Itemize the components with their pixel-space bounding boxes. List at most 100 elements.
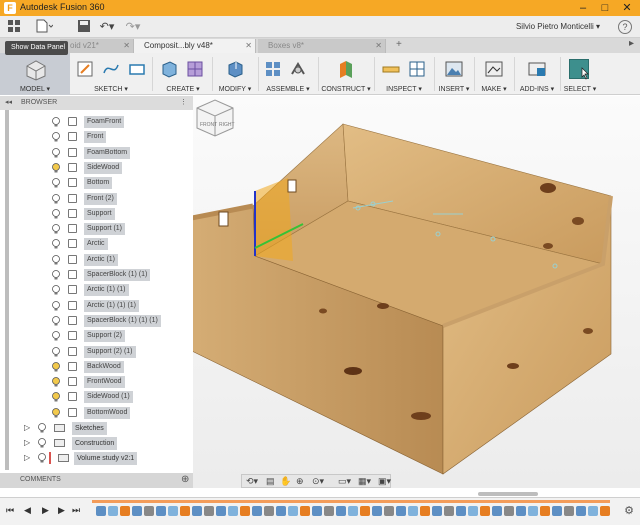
- timeline-feature-icon[interactable]: [360, 506, 370, 516]
- help-icon[interactable]: ?: [618, 20, 632, 34]
- save-icon[interactable]: [74, 19, 94, 35]
- visibility-bulb-icon[interactable]: [52, 208, 60, 219]
- timeline-feature-icon[interactable]: [300, 506, 310, 516]
- timeline-feature-icon[interactable]: [600, 506, 610, 516]
- model-canvas[interactable]: [193, 96, 640, 488]
- timeline-feature-icon[interactable]: [576, 506, 586, 516]
- look-at-icon[interactable]: ▤: [266, 475, 275, 488]
- expand-icon[interactable]: ▷: [24, 453, 30, 462]
- timeline-track[interactable]: [92, 500, 610, 503]
- visibility-bulb-icon[interactable]: [52, 117, 60, 127]
- measure-icon[interactable]: [382, 59, 400, 79]
- new-tab-icon[interactable]: +: [396, 39, 402, 50]
- visibility-bulb-icon[interactable]: [52, 331, 60, 341]
- scripts-addins-icon[interactable]: [528, 59, 546, 79]
- timeline-settings-gear-icon[interactable]: ⚙: [624, 504, 634, 517]
- inspect-menu[interactable]: INSPECT ▾: [376, 85, 432, 93]
- timeline-feature-icon[interactable]: [288, 506, 298, 516]
- visibility-bulb-icon[interactable]: [52, 254, 60, 265]
- visibility-bulb-icon[interactable]: [52, 224, 60, 234]
- orbit-icon[interactable]: ⟲▾: [246, 475, 258, 488]
- close-tab-icon[interactable]: ✕: [123, 39, 130, 53]
- visibility-bulb-icon[interactable]: [52, 193, 60, 204]
- insert-menu[interactable]: INSERT ▾: [436, 85, 472, 93]
- timeline-feature-icon[interactable]: [204, 506, 214, 516]
- visibility-bulb-icon[interactable]: [52, 315, 60, 326]
- sketch-menu[interactable]: SKETCH ▾: [72, 85, 150, 93]
- 3d-print-icon[interactable]: [485, 59, 503, 79]
- visibility-bulb-icon[interactable]: [52, 346, 60, 357]
- play-icon[interactable]: ▶: [42, 505, 49, 516]
- browser-pin-icon[interactable]: ⋮: [180, 96, 187, 110]
- 3d-viewport[interactable]: FRONT RIGHT ⟲▾ ▤ ✋ ⊕ ⊙▾ ▭▾ ▦▾ ▣▾: [193, 96, 640, 496]
- pan-icon[interactable]: ✋: [280, 475, 291, 488]
- timeline-feature-icon[interactable]: [432, 506, 442, 516]
- timeline-feature-icon[interactable]: [444, 506, 454, 516]
- insert-image-icon[interactable]: [445, 59, 463, 79]
- timeline-feature-icon[interactable]: [168, 506, 178, 516]
- timeline-feature-icon[interactable]: [552, 506, 562, 516]
- timeline-feature-icon[interactable]: [336, 506, 346, 516]
- joint-icon[interactable]: [290, 59, 308, 79]
- undo-icon[interactable]: ↶▾: [96, 19, 118, 35]
- visibility-bulb-icon[interactable]: [52, 162, 60, 173]
- timeline-feature-icon[interactable]: [372, 506, 382, 516]
- timeline-feature-icon[interactable]: [132, 506, 142, 516]
- timeline-feature-icon[interactable]: [588, 506, 598, 516]
- select-tool-icon[interactable]: [569, 59, 589, 80]
- redo-icon[interactable]: ↷▾: [122, 19, 144, 35]
- step-back-icon[interactable]: ◀: [24, 505, 31, 516]
- rectangle-icon[interactable]: [128, 59, 146, 79]
- close-tab-icon[interactable]: ✕: [245, 39, 252, 53]
- visibility-bulb-icon[interactable]: [38, 453, 46, 463]
- timeline-feature-icon[interactable]: [228, 506, 238, 516]
- visibility-bulb-icon[interactable]: [52, 239, 60, 249]
- visibility-bulb-icon[interactable]: [52, 407, 60, 418]
- timeline-feature-icon[interactable]: [528, 506, 538, 516]
- construct-menu[interactable]: CONSTRUCT ▾: [320, 85, 372, 93]
- timeline-feature-icon[interactable]: [468, 506, 478, 516]
- timeline-feature-icon[interactable]: [312, 506, 322, 516]
- close-tab-icon[interactable]: ✕: [375, 39, 382, 53]
- data-panel-grid-icon[interactable]: [6, 19, 22, 35]
- timeline-feature-icon[interactable]: [252, 506, 262, 516]
- timeline-feature-icon[interactable]: [456, 506, 466, 516]
- addins-menu[interactable]: ADD-INS ▾: [516, 85, 558, 93]
- visibility-bulb-icon[interactable]: [52, 147, 60, 158]
- viewports-icon[interactable]: ▣▾: [378, 475, 391, 488]
- timeline-feature-icon[interactable]: [276, 506, 286, 516]
- visibility-bulb-icon[interactable]: [52, 178, 60, 188]
- browser-scrollbar[interactable]: [5, 110, 9, 470]
- timeline-feature-icon[interactable]: [264, 506, 274, 516]
- step-forward-icon[interactable]: ▶: [58, 505, 65, 516]
- timeline-feature-icon[interactable]: [540, 506, 550, 516]
- workspace-switcher[interactable]: MODEL ▾: [0, 53, 70, 95]
- create-menu[interactable]: CREATE ▾: [156, 85, 210, 93]
- new-component-icon[interactable]: [264, 59, 282, 79]
- fit-icon[interactable]: ⊙▾: [312, 475, 324, 488]
- visibility-bulb-icon[interactable]: [38, 423, 46, 433]
- select-menu[interactable]: SELECT ▾: [562, 85, 598, 93]
- go-to-start-icon[interactable]: ⏮: [6, 505, 14, 516]
- tab-composite-assembly[interactable]: Composit...bly v48* ✕: [134, 39, 256, 53]
- visibility-bulb-icon[interactable]: [52, 361, 60, 372]
- viewport-scrollbar[interactable]: [478, 492, 538, 496]
- visibility-bulb-icon[interactable]: [52, 270, 60, 280]
- timeline-feature-icon[interactable]: [180, 506, 190, 516]
- tab-list-icon[interactable]: ▸: [629, 38, 634, 49]
- visibility-bulb-icon[interactable]: [52, 300, 60, 311]
- assemble-menu[interactable]: ASSEMBLE ▾: [260, 85, 316, 93]
- close-icon[interactable]: ✕: [616, 1, 638, 15]
- form-icon[interactable]: [186, 59, 204, 79]
- timeline-feature-icon[interactable]: [144, 506, 154, 516]
- file-menu-icon[interactable]: [34, 19, 54, 35]
- modify-menu[interactable]: MODIFY ▾: [214, 85, 256, 93]
- viewcube[interactable]: FRONT RIGHT: [193, 96, 237, 140]
- visibility-bulb-icon[interactable]: [38, 438, 46, 448]
- timeline-feature-icon[interactable]: [348, 506, 358, 516]
- extrude-icon[interactable]: [160, 59, 178, 79]
- grid-settings-icon[interactable]: ▦▾: [358, 475, 371, 488]
- tab-boxes[interactable]: Boxes v8* ✕: [258, 39, 386, 53]
- timeline-feature-icon[interactable]: [192, 506, 202, 516]
- add-comment-icon[interactable]: ⊕: [181, 474, 189, 485]
